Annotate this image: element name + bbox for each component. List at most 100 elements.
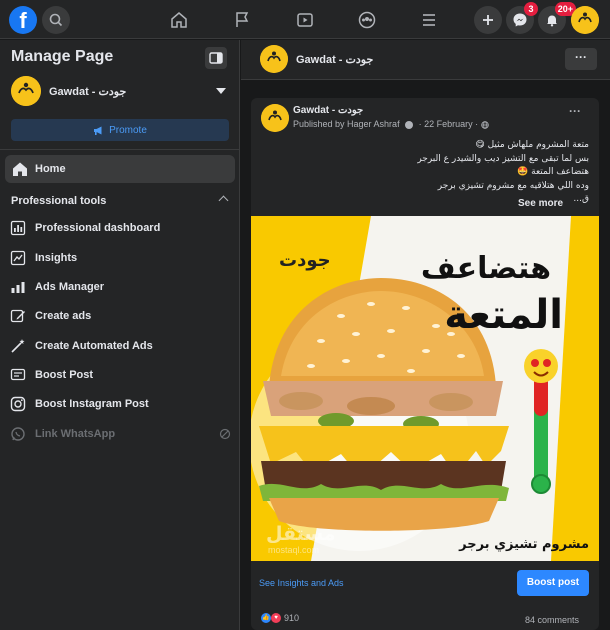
flag-icon [236, 12, 249, 27]
insights-icon [10, 250, 26, 266]
ads-manager-icon [11, 282, 25, 293]
page-name[interactable]: Gawdat - جودت [296, 53, 373, 66]
brand-logo-icon [571, 6, 599, 34]
notifications-button[interactable]: 20+ [538, 2, 576, 34]
messenger-badge: 3 [524, 2, 538, 16]
page-mini-header: Gawdat - جودت ··· [241, 40, 610, 80]
search-button[interactable] [42, 6, 70, 34]
magic-wand-icon [11, 339, 25, 353]
reaction-summary[interactable]: 👍 ♥ 910 [261, 613, 299, 623]
post-text-line: متعة المشروم ملهاش مثيل 😋 [475, 140, 589, 150]
nav-pages[interactable] [230, 8, 254, 32]
sidebar-item-label: Insights [35, 252, 78, 264]
sidebar-item-label: Professional dashboard [35, 222, 161, 234]
sidebar-item-insights[interactable]: Insights [5, 245, 235, 271]
messenger-button[interactable]: 3 [506, 2, 538, 34]
bell-icon [547, 15, 557, 27]
post-author-avatar[interactable] [261, 104, 289, 132]
dashboard-icon [10, 220, 26, 236]
dot-separator: · [418, 119, 422, 129]
sidebar-item-home[interactable]: Home [5, 155, 235, 183]
home-icon [171, 12, 187, 28]
post-text-line: بس لما تبقى مع التشيز ديب والشيدر ع البر… [417, 153, 589, 164]
chevron-up-icon[interactable] [218, 195, 229, 206]
nav-watch[interactable] [293, 8, 317, 32]
burger-ad-artwork: هتضاعف المتعة جودت مشروم تشيزي برجر [251, 216, 599, 561]
love-icon: ♥ [271, 613, 281, 623]
post-text: متعة المشروم ملهاش مثيل 😋 بس لما تبقى مع… [269, 139, 589, 207]
video-icon [297, 13, 313, 27]
manage-page-sidebar: Manage Page Gawdat - جودت Promote Home P… [0, 40, 240, 630]
menu-icon [423, 14, 435, 26]
brand-logo-icon [261, 104, 289, 132]
page-more-button[interactable]: ··· [565, 48, 597, 70]
sidebar-item-label: Ads Manager [35, 281, 105, 293]
post-text-line: وده اللي هتلاقيه مع مشروم تشيزي برجر [437, 180, 589, 191]
post-author-name[interactable]: Gawdat - جودت [293, 105, 363, 116]
groups-icon [358, 11, 376, 29]
facebook-logo[interactable]: f [9, 6, 37, 34]
professional-tools-heading: Professional tools [11, 195, 107, 207]
caret-down-icon [216, 88, 226, 94]
post-date[interactable]: 22 February [424, 119, 473, 129]
sidebar-item-link-whatsapp: Link WhatsApp [5, 421, 235, 447]
sidebar-item-label: Boost Instagram Post [35, 398, 149, 410]
sidebar-item-label: Link WhatsApp [35, 428, 116, 440]
sidebar-item-create-automated-ads[interactable]: Create Automated Ads [5, 333, 235, 359]
search-icon [49, 13, 63, 27]
sidebar-item-label: Create ads [35, 310, 92, 322]
home-icon [13, 162, 27, 176]
brand-logo-icon [260, 45, 288, 73]
promote-label: Promote [109, 124, 147, 136]
dot-separator: · [475, 119, 479, 129]
sidebar-item-label: Create Automated Ads [35, 340, 153, 352]
reaction-count: 910 [284, 613, 300, 623]
top-navigation-bar: f 3 20+ [0, 0, 610, 39]
divider [0, 149, 240, 150]
page-feed: Gawdat - جودت ··· Gawdat - جودت Publishe… [241, 40, 610, 630]
sidebar-item-create-ads[interactable]: Create ads [5, 303, 235, 329]
see-more-link[interactable]: See more [518, 198, 563, 209]
published-by: Published by Hager Ashraf [293, 119, 400, 129]
boost-post-icon [10, 368, 26, 381]
nav-menu[interactable] [417, 8, 441, 32]
create-button[interactable] [474, 6, 502, 34]
megaphone-icon [94, 126, 102, 135]
sidebar-item-label: Boost Post [35, 369, 94, 381]
post-text-line: هتضاعف المتعة 🤩 [517, 167, 589, 177]
page-switcher[interactable]: Gawdat - جودت [11, 76, 231, 108]
image-headline-2: المتعة [444, 292, 563, 338]
pencil-icon [10, 309, 25, 323]
post-cta-bar: See Insights and Ads Boost post [251, 561, 599, 606]
page-avatar[interactable] [260, 45, 288, 73]
globe-icon [480, 120, 489, 129]
page-name: Gawdat - جودت [49, 86, 127, 98]
collapse-sidebar-button[interactable] [205, 47, 227, 69]
sidebar-title: Manage Page [11, 48, 114, 65]
sidebar-item-boost-instagram-post[interactable]: Boost Instagram Post [5, 391, 235, 417]
post-meta: Published by Hager Ashraf · 22 February … [293, 119, 489, 129]
sidebar-item-label: Home [35, 163, 66, 175]
page-avatar [11, 76, 41, 106]
nav-home[interactable] [167, 8, 191, 32]
info-icon[interactable] [405, 120, 414, 129]
sidebar-toggle-icon [209, 52, 223, 64]
sidebar-item-ads-manager[interactable]: Ads Manager [5, 274, 235, 300]
whatsapp-icon [11, 427, 25, 441]
comments-count[interactable]: 84 comments [525, 615, 579, 625]
brand-logo-icon [11, 76, 41, 106]
image-brand-mark: جودت [279, 250, 331, 271]
nav-groups[interactable] [355, 8, 379, 32]
sidebar-item-professional-dashboard[interactable]: Professional dashboard [5, 215, 235, 241]
post-options-button[interactable]: ··· [569, 104, 581, 118]
watermark-url: mostaql.com [268, 545, 320, 555]
account-avatar[interactable] [571, 6, 599, 34]
plus-icon [483, 15, 493, 25]
instagram-icon [10, 396, 26, 412]
post-image[interactable]: هتضاعف المتعة جودت مشروم تشيزي برجر [251, 216, 599, 561]
boost-post-button[interactable]: Boost post [517, 570, 589, 596]
promote-button[interactable]: Promote [11, 119, 229, 141]
see-insights-link[interactable]: See Insights and Ads [259, 578, 344, 588]
sidebar-item-boost-post[interactable]: Boost Post [5, 362, 235, 388]
like-icon: 👍 [261, 613, 271, 623]
